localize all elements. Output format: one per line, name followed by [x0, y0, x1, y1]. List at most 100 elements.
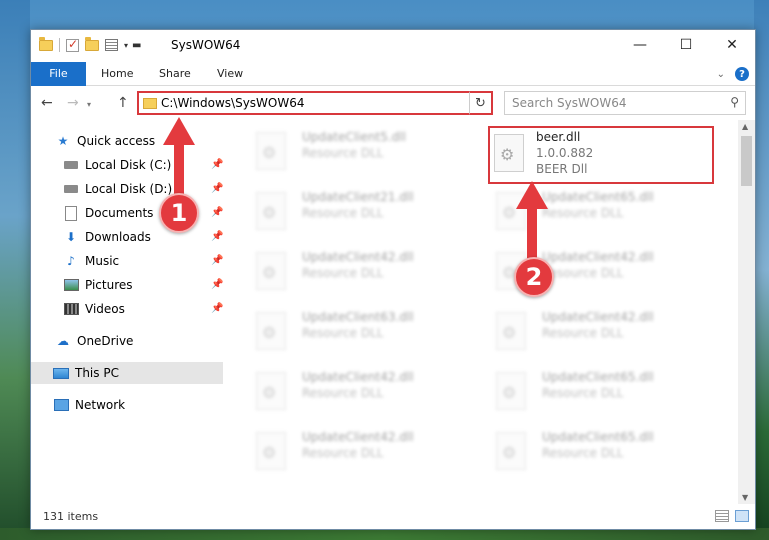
toolbar-menu-icon[interactable]: ▬	[132, 40, 141, 51]
sidebar-item-videos[interactable]: Videos 📌	[63, 298, 223, 320]
scroll-down-icon[interactable]: ▼	[742, 493, 748, 502]
tab-share[interactable]: Share	[149, 62, 201, 86]
address-path[interactable]: C:\Windows\SysWOW64	[161, 96, 305, 110]
file-type: Resource DLL	[302, 146, 384, 160]
file-description: BEER Dll	[536, 162, 588, 176]
file-item[interactable]: UpdateClient42.dll Resource DLL	[246, 364, 468, 420]
details-view-icon[interactable]	[715, 510, 729, 522]
file-name: UpdateClient42.dll	[542, 250, 654, 264]
dll-file-icon	[496, 432, 526, 470]
dll-file-icon	[256, 312, 286, 350]
pin-icon[interactable]: 📌	[211, 274, 223, 296]
documents-icon	[63, 205, 79, 221]
tab-home[interactable]: Home	[91, 62, 143, 86]
help-icon[interactable]: ?	[735, 67, 749, 81]
file-item[interactable]: UpdateClient65.dll Resource DLL	[486, 424, 708, 480]
quick-access-toolbar: ▾ ▬	[39, 36, 141, 52]
scroll-thumb[interactable]	[741, 136, 752, 186]
file-type: Resource DLL	[302, 326, 384, 340]
file-item[interactable]: UpdateClient42.dll Resource DLL	[246, 244, 468, 300]
file-type: Resource DLL	[302, 266, 384, 280]
expand-ribbon-icon[interactable]: ⌄	[717, 69, 725, 80]
desktop-background-right	[754, 0, 769, 540]
file-name: UpdateClient21.dll	[302, 190, 414, 204]
vertical-scrollbar[interactable]: ▲ ▼	[738, 120, 755, 504]
sidebar-item-documents[interactable]: Documents 📌	[63, 202, 223, 224]
file-item[interactable]: UpdateClient42.dll Resource DLL	[486, 304, 708, 360]
status-bar: 131 items	[31, 505, 755, 529]
tab-view[interactable]: View	[207, 62, 253, 86]
sidebar-item-onedrive[interactable]: ☁ OneDrive	[55, 330, 133, 352]
search-placeholder: Search SysWOW64	[512, 96, 627, 110]
search-input[interactable]: Search SysWOW64 ⚲	[504, 91, 746, 115]
file-item[interactable]: UpdateClient65.dll Resource DLL	[486, 364, 708, 420]
file-type: Resource DLL	[302, 206, 384, 220]
pin-icon[interactable]: 📌	[211, 202, 223, 224]
dll-file-icon	[494, 134, 524, 172]
annotation-arrow-2	[527, 204, 537, 260]
sidebar-item-label: Pictures	[85, 278, 133, 292]
file-item[interactable]: UpdateClient42.dll Resource DLL	[246, 424, 468, 480]
step-badge-2: 2	[514, 257, 554, 297]
downloads-icon: ⬇	[65, 230, 77, 244]
sidebar-item-label: Documents	[85, 206, 154, 220]
sidebar-item-label: Network	[75, 398, 126, 412]
ribbon: File Home Share View ⌄ ?	[31, 62, 755, 86]
file-name: UpdateClient42.dll	[302, 430, 414, 444]
music-icon: ♪	[67, 254, 75, 268]
pin-icon[interactable]: 📌	[211, 154, 223, 176]
properties-check-icon[interactable]	[66, 37, 79, 52]
file-item[interactable]: UpdateClient63.dll Resource DLL	[246, 304, 468, 360]
chevron-down-icon[interactable]: ▾	[124, 41, 128, 50]
network-icon	[53, 397, 69, 413]
forward-arrow-icon[interactable]: →	[67, 95, 79, 111]
maximize-button[interactable]: ☐	[663, 30, 709, 60]
item-count: 131 items	[43, 510, 99, 523]
recent-locations-icon[interactable]: ▾	[87, 100, 91, 109]
file-type: Resource DLL	[542, 326, 624, 340]
sidebar-item-music[interactable]: ♪ Music 📌	[63, 250, 223, 272]
pin-icon[interactable]: 📌	[211, 250, 223, 272]
sidebar-item-local-disk-d[interactable]: Local Disk (D:) 📌	[63, 178, 223, 200]
pin-icon[interactable]: 📌	[211, 298, 223, 320]
tab-file[interactable]: File	[31, 62, 86, 86]
content-area: ★ Quick access Local Disk (C:) 📌 Local D…	[31, 120, 755, 504]
sidebar-item-local-disk-c[interactable]: Local Disk (C:) 📌	[63, 154, 223, 176]
file-item[interactable]: UpdateClient21.dll Resource DLL	[246, 184, 468, 240]
refresh-icon[interactable]: ↻	[469, 91, 493, 115]
back-arrow-icon[interactable]: ←	[41, 95, 53, 111]
file-list: UpdateClient5.dll Resource DLL UpdateCli…	[236, 120, 736, 504]
tiles-view-icon[interactable]	[735, 510, 749, 522]
navigation-bar: ← → ▾ ↑ C:\Windows\SysWOW64 ⌄ ↻ Search S…	[31, 86, 755, 120]
ribbon-right-controls: ⌄ ?	[717, 67, 749, 81]
sidebar-item-this-pc[interactable]: This PC	[31, 362, 223, 384]
sidebar-item-label: OneDrive	[77, 334, 134, 348]
pin-icon[interactable]: 📌	[211, 226, 223, 248]
file-type: Resource DLL	[542, 266, 624, 280]
file-name: UpdateClient65.dll	[542, 430, 654, 444]
up-arrow-icon[interactable]: ↑	[117, 95, 129, 111]
search-icon: ⚲	[730, 95, 739, 109]
toolbar-divider	[59, 38, 60, 52]
folder-icon	[39, 36, 53, 51]
minimize-button[interactable]: —	[617, 30, 663, 60]
file-item[interactable]: UpdateClient5.dll Resource DLL	[246, 124, 468, 180]
scroll-up-icon[interactable]: ▲	[742, 122, 748, 131]
sidebar-item-downloads[interactable]: ⬇ Downloads 📌	[63, 226, 223, 248]
sidebar-item-network[interactable]: Network	[53, 394, 125, 416]
file-name: UpdateClient42.dll	[542, 310, 654, 324]
address-bar[interactable]: C:\Windows\SysWOW64 ⌄	[137, 91, 493, 115]
pin-icon[interactable]: 📌	[211, 178, 223, 200]
sidebar-item-quick-access[interactable]: ★ Quick access	[55, 130, 156, 152]
file-name: UpdateClient42.dll	[302, 370, 414, 384]
file-type: Resource DLL	[542, 206, 624, 220]
pictures-icon	[63, 277, 79, 293]
customize-icon[interactable]	[105, 39, 118, 51]
close-button[interactable]: ✕	[709, 30, 755, 60]
sidebar-item-pictures[interactable]: Pictures 📌	[63, 274, 223, 296]
file-item-beer-dll[interactable]: beer.dll 1.0.0.882 BEER Dll	[488, 126, 714, 184]
new-folder-icon[interactable]	[85, 36, 99, 51]
file-name: UpdateClient65.dll	[542, 190, 654, 204]
address-folder-icon	[143, 98, 157, 109]
file-type: Resource DLL	[542, 446, 624, 460]
